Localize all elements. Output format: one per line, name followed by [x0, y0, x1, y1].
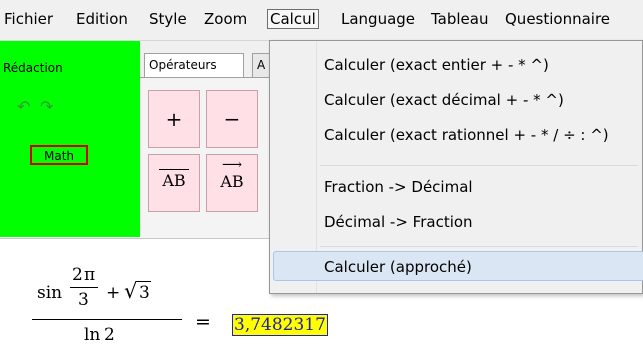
menu-calcul[interactable]: Calcul [267, 9, 319, 29]
menu-edition[interactable]: Edition [76, 10, 128, 28]
menu-item-calculer-exact-entier[interactable]: Calculer (exact entier + - * ^) [324, 56, 549, 74]
calcul-dropdown-menu: Calculer (exact entier + - * ^) Calculer… [269, 40, 643, 294]
ln-argument: 2 [104, 325, 115, 345]
plus-sign: + [106, 283, 121, 303]
sqrt-overline [137, 281, 151, 282]
main-fraction-bar [32, 319, 182, 320]
menu-separator [320, 246, 638, 247]
menu-tableau[interactable]: Tableau [431, 10, 489, 28]
menu-bar: Fichier Edition Style Zoom Calcul Langua… [0, 0, 643, 41]
result-value: 3,7482317 [232, 314, 328, 336]
operator-tab-panel: Opérateurs A + − AB ⟶ AB [140, 41, 280, 238]
menu-separator [320, 165, 638, 166]
tab-operateurs[interactable]: Opérateurs [144, 53, 244, 77]
equals-sign: = [195, 311, 211, 333]
redaction-panel: Rédaction ↶ ↷ Math [0, 41, 140, 237]
menu-item-fraction-decimal[interactable]: Fraction -> Décimal [324, 178, 473, 196]
operator-buttons: + − AB ⟶ AB [140, 77, 280, 238]
redaction-title: Rédaction [3, 61, 63, 75]
minus-button[interactable]: − [206, 90, 258, 148]
menu-style[interactable]: Style [149, 10, 187, 28]
ln-label: ln [84, 325, 101, 345]
vector-button[interactable]: ⟶ AB [206, 154, 258, 212]
menu-item-calculer-approche[interactable]: Calculer (approché) [324, 258, 472, 276]
menu-item-calculer-exact-decimal[interactable]: Calculer (exact décimal + - * ^) [324, 91, 564, 109]
inner-fraction-bar [70, 287, 98, 288]
menu-zoom[interactable]: Zoom [204, 10, 247, 28]
sqrt-radicand: 3 [139, 283, 150, 303]
math-button[interactable]: Math [30, 145, 88, 165]
menu-item-decimal-fraction[interactable]: Décimal -> Fraction [324, 213, 473, 231]
sin-label: sin [37, 283, 63, 303]
pi-symbol: π [84, 265, 96, 285]
menu-fichier[interactable]: Fichier [4, 10, 53, 28]
denominator-3: 3 [78, 290, 89, 310]
undo-arrow-icon[interactable]: ↶ [17, 97, 30, 116]
numerator-2: 2 [72, 265, 83, 285]
redo-arrow-icon[interactable]: ↷ [40, 97, 53, 116]
menu-questionnaire[interactable]: Questionnaire [505, 10, 610, 28]
menu-language[interactable]: Language [341, 10, 415, 28]
menu-item-calculer-exact-rationnel[interactable]: Calculer (exact rationnel + - * / ÷ : ^) [324, 126, 609, 144]
plus-button[interactable]: + [148, 90, 200, 148]
segment-button[interactable]: AB [148, 154, 200, 212]
sqrt-icon: √ [124, 279, 138, 303]
